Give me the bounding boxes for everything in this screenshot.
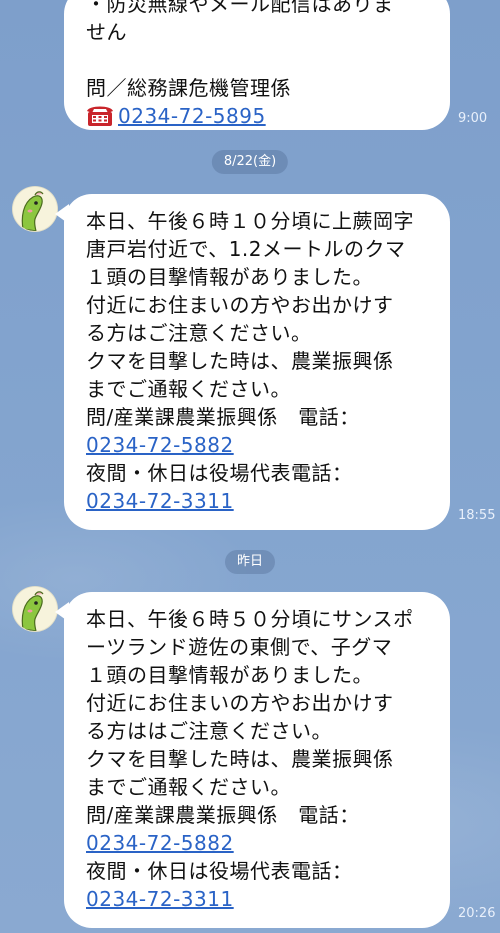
bubble-tail <box>55 602 69 622</box>
message-line: 付近にお住まいの方やお出かけす <box>86 691 394 715</box>
message-line: る方ははご注意ください。 <box>86 719 332 743</box>
phone-link[interactable]: 0234-72-5895 <box>118 104 266 128</box>
message-line: ・防災無線やメール配信はありま <box>86 0 394 16</box>
message-line: せん <box>86 20 127 44</box>
message-line: までご通報ください。 <box>86 377 291 401</box>
telephone-icon <box>87 106 113 126</box>
message-line: 問/産業課農業振興係 電話： <box>86 405 360 429</box>
message-line: 夜間・休日は役場代表電話： <box>86 461 353 485</box>
message-line: １頭の目撃情報がありました。 <box>86 265 373 289</box>
message-line: までご通報ください。 <box>86 775 291 799</box>
message-line: ーツランド遊佐の東側で、子グマ <box>86 635 393 659</box>
message-line: る方はご注意ください。 <box>86 321 312 345</box>
mascot-avatar-icon[interactable] <box>12 186 58 232</box>
message-line: 唐戸岩付近で、1.2メートルのクマ <box>86 237 406 261</box>
message-bubble-1[interactable]: ・防災無線やメール配信はありま せん 問／総務課危機管理係 0234-72-58… <box>64 0 450 130</box>
message-line: クマを目撃した時は、農業振興係 <box>86 349 394 373</box>
date-separator: 昨日 <box>224 550 276 574</box>
phone-link[interactable]: 0234-72-3311 <box>86 887 234 911</box>
phone-link[interactable]: 0234-72-3311 <box>86 489 234 513</box>
message-line: クマを目撃した時は、農業振興係 <box>86 747 394 771</box>
message-line: 夜間・休日は役場代表電話： <box>86 859 353 883</box>
message-bubble-2[interactable]: 本日、午後６時１０分頃に上蕨岡字 唐戸岩付近で、1.2メートルのクマ １頭の目撃… <box>55 194 450 530</box>
phone-link[interactable]: 0234-72-5882 <box>86 831 234 855</box>
message-line: 本日、午後６時１０分頃に上蕨岡字 <box>86 209 414 233</box>
message-line: 付近にお住まいの方やお出かけす <box>86 293 394 317</box>
message-time: 20:26 <box>458 906 496 921</box>
message-line: 問／総務課危機管理係 <box>86 76 291 100</box>
message-line: １頭の目撃情報がありました。 <box>86 663 373 687</box>
message-line: 本日、午後６時５０分頃にサンスポ <box>86 607 414 631</box>
message-line <box>86 46 434 74</box>
message-line: 問/産業課農業振興係 電話： <box>86 803 360 827</box>
message-time: 18:55 <box>458 508 496 523</box>
mascot-avatar-icon[interactable] <box>12 586 58 632</box>
phone-link[interactable]: 0234-72-5882 <box>86 433 234 457</box>
message-bubble-3[interactable]: 本日、午後６時５０分頃にサンスポ ーツランド遊佐の東側で、子グマ １頭の目撃情報… <box>55 592 450 928</box>
message-time: 9:00 <box>458 111 488 126</box>
bubble-tail <box>55 204 69 224</box>
phone-line: 0234-72-5895 <box>86 102 434 130</box>
date-separator: 8/22(金) <box>211 150 289 174</box>
